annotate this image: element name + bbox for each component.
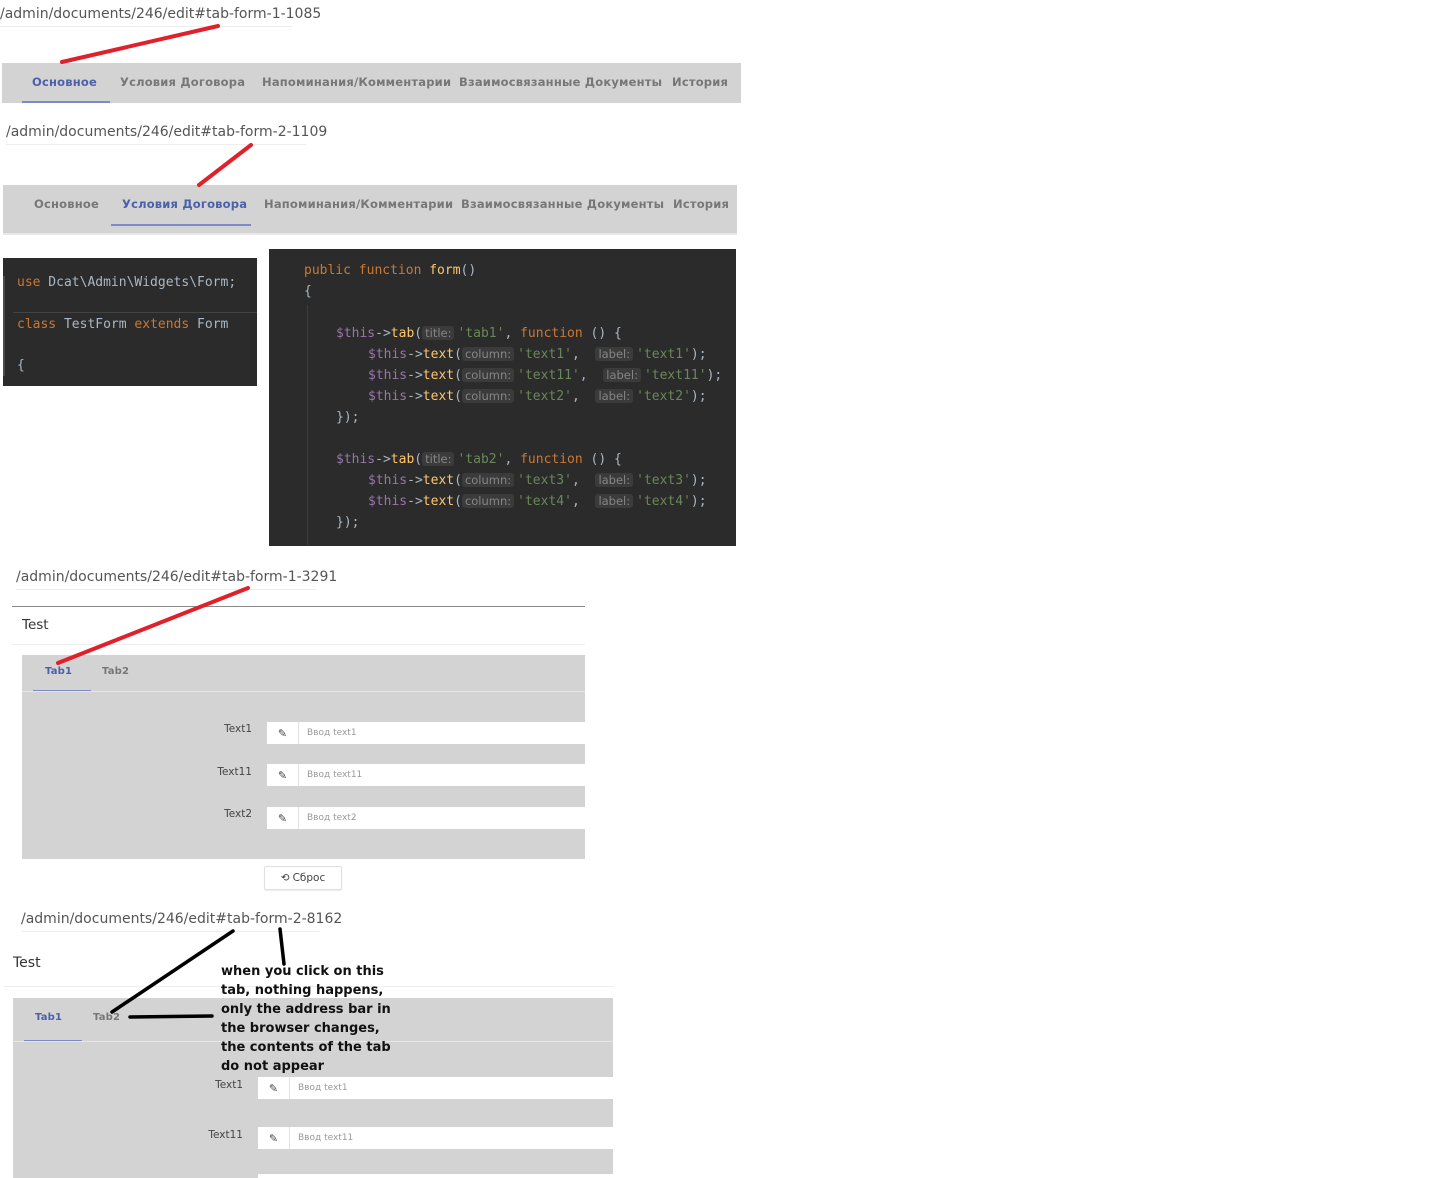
text11-input[interactable]: ✎ Ввод text11 — [267, 764, 585, 786]
black-arrow-2 — [278, 927, 286, 966]
placeholder: Ввод text1 — [307, 728, 357, 738]
field-label-text1: Text1 — [224, 723, 252, 735]
active-tab-underline — [111, 224, 251, 226]
address-bar-3[interactable]: /admin/documents/246/edit#tab-form-1-329… — [16, 569, 337, 590]
field-label-text2: Text2 — [224, 808, 252, 820]
tab-history[interactable]: История — [673, 197, 729, 211]
field-label-text11: Text11 — [217, 766, 252, 778]
placeholder: Ввод text11 — [307, 770, 363, 780]
tab-history[interactable]: История — [672, 75, 728, 89]
tab-tab1[interactable]: Tab1 — [45, 666, 72, 677]
tab-bar-2: Основное Условия Договора Напоминания/Ко… — [3, 185, 737, 235]
code-snippet-form: public function form() { $this->tab(titl… — [269, 249, 736, 546]
text1-input[interactable]: ✎ Ввод text1 — [258, 1077, 613, 1099]
field-label-text1: Text1 — [215, 1079, 243, 1091]
undo-icon: ⟲ — [280, 872, 290, 884]
address-bar-1[interactable]: /admin/documents/246/edit#tab-form-1-108… — [0, 6, 321, 27]
tab-reminders-comments[interactable]: Напоминания/Комментарии — [264, 197, 453, 211]
tab-related-documents[interactable]: Взаимосвязанные Документы — [461, 197, 664, 211]
tab-contract-terms[interactable]: Условия Договора — [122, 197, 247, 211]
address-bar-2[interactable]: /admin/documents/246/edit#tab-form-2-110… — [6, 124, 327, 145]
tab-contract-terms[interactable]: Условия Договора — [120, 75, 245, 89]
pencil-icon: ✎ — [267, 807, 299, 829]
text11-input[interactable]: ✎ Ввод text11 — [258, 1127, 613, 1149]
panel-title: Test — [22, 617, 49, 633]
panel-title: Test — [13, 955, 41, 971]
red-arrow-2 — [197, 143, 253, 187]
code-text: { — [17, 358, 25, 373]
active-tab-underline — [22, 101, 110, 103]
param-hint: title: — [422, 326, 455, 340]
address-bar-3-text: /admin/documents/246/edit#tab-form-1-329… — [16, 569, 338, 585]
red-arrow-1 — [60, 24, 220, 64]
tab-main[interactable]: Основное — [32, 75, 97, 89]
red-arrow-3 — [56, 586, 250, 665]
address-bar-2-text: /admin/documents/246/edit#tab-form-2-110… — [6, 124, 328, 140]
code-keyword: class — [17, 317, 57, 332]
reset-button[interactable]: ⟲ Сброс — [264, 866, 342, 890]
pencil-icon: ✎ — [258, 1077, 290, 1099]
tab-tab1[interactable]: Tab1 — [35, 1012, 62, 1023]
annotation-note: when you click on this tab, nothing happ… — [221, 964, 391, 1074]
address-bar-4-text: /admin/documents/246/edit#tab-form-2-816… — [21, 911, 343, 927]
field-row-partial — [258, 1174, 613, 1178]
tab-main[interactable]: Основное — [34, 197, 99, 211]
field-label-text11: Text11 — [208, 1129, 243, 1141]
tab-tab2[interactable]: Tab2 — [102, 666, 129, 677]
pencil-icon: ✎ — [267, 722, 299, 744]
address-bar-4[interactable]: /admin/documents/246/edit#tab-form-2-816… — [21, 911, 342, 932]
placeholder: Ввод text2 — [307, 813, 357, 823]
address-bar-1-text: /admin/documents/246/edit#tab-form-1-108… — [0, 6, 322, 22]
code-keyword: extends — [134, 317, 190, 332]
pencil-icon: ✎ — [258, 1127, 290, 1149]
placeholder: Ввод text11 — [298, 1133, 354, 1143]
tab-tab2[interactable]: Tab2 — [93, 1012, 120, 1023]
panel-top-border — [12, 606, 585, 607]
text1-input[interactable]: ✎ Ввод text1 — [267, 722, 585, 744]
placeholder: Ввод text1 — [298, 1083, 348, 1093]
tab-bar-1: Основное Условия Договора Напоминания/Ко… — [2, 63, 741, 103]
pencil-icon: ✎ — [267, 764, 299, 786]
code-text: Form — [189, 317, 229, 332]
form-tabs-panel: Tab1 Tab2 Text1 ✎ Ввод text1 Text11 ✎ Вв… — [22, 655, 585, 859]
tab-related-documents[interactable]: Взаимосвязанные Документы — [459, 75, 662, 89]
tab-reminders-comments[interactable]: Напоминания/Комментарии — [262, 75, 451, 89]
code-snippet-imports: use Dcat\Admin\Widgets\Form; class TestF… — [3, 258, 257, 386]
text2-input[interactable]: ✎ Ввод text2 — [267, 807, 585, 829]
code-keyword: use — [17, 275, 41, 290]
code-text: TestForm — [56, 317, 135, 332]
code-text: Dcat\Admin\Widgets\Form; — [40, 275, 237, 290]
